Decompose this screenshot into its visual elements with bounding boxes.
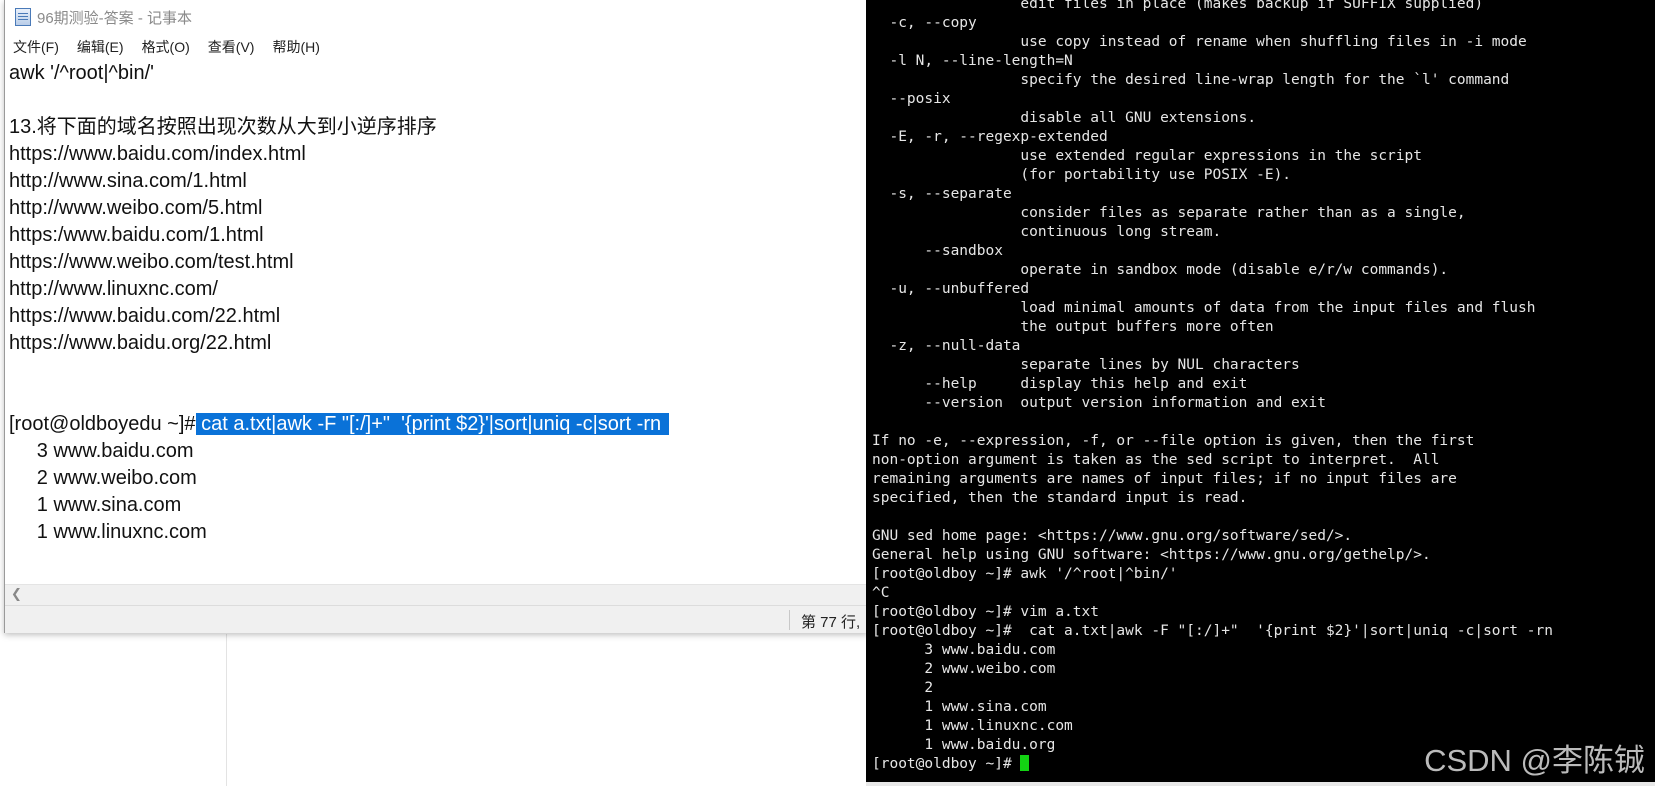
editor-line: awk '/^root|^bin/' — [9, 62, 154, 84]
terminal-line: non-option argument is taken as the sed … — [872, 452, 1440, 468]
terminal-line: remaining arguments are names of input f… — [872, 471, 1457, 487]
horizontal-scrollbar[interactable]: ❮ — [5, 584, 867, 605]
terminal-line: GNU sed home page: <https://www.gnu.org/… — [872, 528, 1353, 544]
terminal-line: --version output version information and… — [872, 395, 1326, 411]
terminal-line: --posix — [872, 91, 951, 107]
terminal-line: -s, --separate — [872, 186, 1012, 202]
notepad-icon — [15, 8, 31, 26]
cursor-position: 第 77 行, — [801, 614, 861, 631]
terminal-line: continuous long stream. — [872, 224, 1222, 240]
terminal-line: 1 www.sina.com — [872, 699, 1047, 715]
terminal-line: 1 www.linuxnc.com — [872, 718, 1073, 734]
terminal-line: specify the desired line-wrap length for… — [872, 72, 1510, 88]
terminal-line: [root@oldboy ~]# awk '/^root|^bin/' — [872, 566, 1178, 582]
editor-line: https:/www.baidu.com/1.html — [9, 224, 264, 246]
scroll-left-icon[interactable]: ❮ — [11, 587, 22, 602]
editor-prompt: [root@oldboyedu ~]# — [9, 413, 196, 435]
terminal-line: the output buffers more often — [872, 319, 1274, 335]
terminal-line: [root@oldboy ~]# vim a.txt — [872, 604, 1099, 620]
editor-line: 2 www.weibo.com — [9, 467, 197, 489]
menu-bar: 文件(F) 编辑(E) 格式(O) 查看(V) 帮助(H) — [5, 34, 867, 60]
terminal-line: [root@oldboy ~]# cat a.txt|awk -F "[:/]+… — [872, 623, 1553, 639]
terminal-line: -l N, --line-length=N — [872, 53, 1073, 69]
editor-line: https://www.weibo.com/test.html — [9, 251, 294, 273]
editor-line: 1 www.sina.com — [9, 494, 182, 516]
editor-line: 1 www.linuxnc.com — [9, 521, 207, 543]
terminal-line: If no -e, --expression, -f, or --file op… — [872, 433, 1475, 449]
terminal-line: -E, -r, --regexp-extended — [872, 129, 1108, 145]
status-divider — [789, 610, 790, 630]
terminal-line: use copy instead of rename when shufflin… — [872, 34, 1527, 50]
terminal-line: --help display this help and exit — [872, 376, 1248, 392]
background-divider — [226, 634, 227, 786]
menu-edit[interactable]: 编辑(E) — [75, 35, 126, 59]
terminal-line: 2 — [872, 680, 934, 696]
editor-line: https://www.baidu.com/22.html — [9, 305, 281, 327]
terminal-line: operate in sandbox mode (disable e/r/w c… — [872, 262, 1449, 278]
terminal-line: -u, --unbuffered — [872, 281, 1030, 297]
menu-file[interactable]: 文件(F) — [11, 35, 61, 59]
terminal-line: --sandbox — [872, 243, 1003, 259]
menu-format[interactable]: 格式(O) — [140, 35, 192, 59]
editor-line: 13.将下面的域名按照出现次数从大到小逆序排序 — [9, 116, 437, 138]
terminal-bottom-edge — [866, 782, 1655, 786]
editor-line: 3 www.baidu.com — [9, 440, 194, 462]
status-bar: 第 77 行, — [5, 605, 867, 633]
menu-help[interactable]: 帮助(H) — [270, 35, 321, 59]
terminal-line: separate lines by NUL characters — [872, 357, 1300, 373]
terminal-line: use extended regular expressions in the … — [872, 148, 1422, 164]
terminal-line: 3 www.baidu.com — [872, 642, 1056, 658]
text-editor[interactable]: awk '/^root|^bin/' 13.将下面的域名按照出现次数从大到小逆序… — [5, 60, 867, 580]
menu-view[interactable]: 查看(V) — [206, 35, 257, 59]
editor-line: https://www.baidu.com/index.html — [9, 143, 306, 165]
terminal-output: edit files in place (makes backup if SUF… — [872, 0, 1553, 774]
terminal-line: load minimal amounts of data from the in… — [872, 300, 1536, 316]
watermark: CSDN @李陈铖 — [1424, 743, 1645, 778]
window-title: 96期测验-答案 - 记事本 — [37, 9, 193, 27]
terminal-line: -c, --copy — [872, 15, 977, 31]
selected-text: cat a.txt|awk -F "[:/]+" '{print $2}'|so… — [195, 413, 669, 435]
editor-line-command: [root@oldboyedu ~]# cat a.txt|awk -F "[:… — [9, 411, 867, 438]
editor-line: http://www.weibo.com/5.html — [9, 197, 263, 219]
terminal-prompt: [root@oldboy ~]# — [872, 756, 1021, 772]
editor-line: http://www.sina.com/1.html — [9, 170, 247, 192]
terminal-line: General help using GNU software: <https:… — [872, 547, 1431, 563]
terminal-line: -z, --null-data — [872, 338, 1021, 354]
terminal-line: ^C — [872, 585, 890, 601]
terminal-line: specified, then the standard input is re… — [872, 490, 1248, 506]
terminal-line: edit files in place (makes backup if SUF… — [872, 0, 1484, 12]
terminal-line: consider files as separate rather than a… — [872, 205, 1466, 221]
notepad-window: 96期测验-答案 - 记事本 文件(F) 编辑(E) 格式(O) 查看(V) 帮… — [4, 0, 868, 633]
terminal-line: 2 www.weibo.com — [872, 661, 1056, 677]
editor-line: https://www.baidu.org/22.html — [9, 332, 272, 354]
terminal-line: disable all GNU extensions. — [872, 110, 1257, 126]
title-bar[interactable]: 96期测验-答案 - 记事本 — [5, 0, 867, 34]
editor-line: http://www.linuxnc.com/ — [9, 278, 218, 300]
terminal-window[interactable]: edit files in place (makes backup if SUF… — [866, 0, 1655, 786]
terminal-line: (for portability use POSIX -E). — [872, 167, 1292, 183]
terminal-cursor — [1020, 755, 1030, 771]
